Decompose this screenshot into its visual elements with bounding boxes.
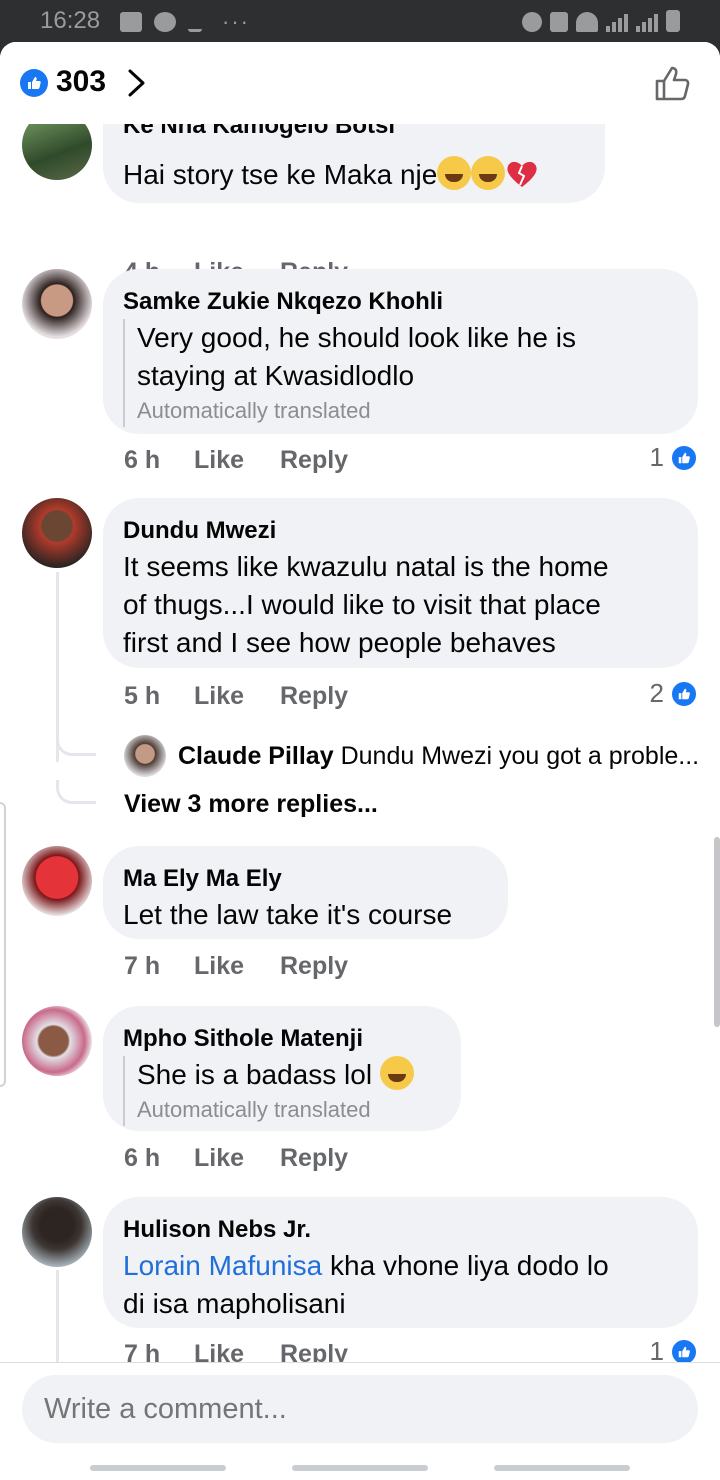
like-button[interactable]: Like <box>194 1144 280 1173</box>
comment-bubble[interactable]: Ke Nna Kamogelo Botsi Hai story tse ke M… <box>103 112 605 203</box>
joy-emoji-icon <box>471 156 506 190</box>
reaction-summary[interactable]: 2 <box>650 678 698 709</box>
comment-time: 5 h <box>124 682 161 710</box>
status-time: 16:28 <box>40 7 101 34</box>
like-button[interactable]: Like <box>194 952 280 981</box>
comment-text: Hai story tse ke Maka nje <box>123 156 539 194</box>
translated-label[interactable]: Automatically translated <box>137 1094 439 1126</box>
thread-connector <box>56 780 96 804</box>
reaction-count[interactable]: 303 <box>56 65 106 99</box>
comment-bubble[interactable]: Hulison Nebs Jr. Lorain Mafunisa kha vho… <box>103 1197 698 1328</box>
reaction-count: 2 <box>649 678 664 708</box>
comment-author[interactable]: Hulison Nebs Jr. <box>123 1215 676 1245</box>
comment-text-content: She is a badass lol <box>137 1059 373 1090</box>
comment-meta: 6 h Like Reply <box>124 446 348 475</box>
avatar[interactable] <box>22 846 92 916</box>
comment-meta: 6 h Like Reply <box>124 1144 348 1173</box>
comment-meta: 5 h Like Reply <box>124 682 348 711</box>
comment-text: Let the law take it's course <box>123 899 453 930</box>
reply-button[interactable]: Reply <box>280 446 348 475</box>
comment-time: 6 h <box>124 1144 161 1172</box>
comment-text: Lorain Mafunisa kha vhone liya dodo lo <box>123 1247 676 1285</box>
signal-icon <box>606 14 628 32</box>
comment-bubble[interactable]: Samke Zukie Nkqezo Khohli Very good, he … <box>103 269 698 434</box>
avatar[interactable] <box>22 269 92 339</box>
comment-bubble[interactable]: Mpho Sithole Matenji She is a badass lol… <box>103 1006 461 1131</box>
battery-icon <box>666 10 680 32</box>
like-reaction-icon[interactable] <box>20 69 48 97</box>
avatar[interactable] <box>22 1197 92 1267</box>
comment-time: 6 h <box>124 446 161 474</box>
comment-composer <box>0 1362 720 1480</box>
joy-emoji-icon <box>437 156 472 190</box>
reply-snippet: Dundu Mwezi you got a proble... <box>340 741 700 770</box>
comment-author[interactable]: Dundu Mwezi <box>123 516 676 546</box>
like-reaction-icon <box>670 443 698 472</box>
comment-author[interactable]: Ma Ely Ma Ely <box>123 864 486 894</box>
comment-author[interactable]: Mpho Sithole Matenji <box>123 1024 439 1054</box>
more-notifications-icon: ··· <box>222 9 250 34</box>
reply-button[interactable]: Reply <box>280 682 348 711</box>
translated-block: Very good, he should look like he is sta… <box>123 319 676 427</box>
comment-author[interactable]: Samke Zukie Nkqezo Khohli <box>123 287 676 317</box>
comment-text-content: kha vhone liya dodo lo <box>322 1250 609 1281</box>
like-button[interactable]: Like <box>194 682 280 711</box>
comment-text: di isa mapholisani <box>123 1288 346 1319</box>
mention-link[interactable]: Lorain Mafunisa <box>123 1250 322 1281</box>
messenger-icon <box>154 12 176 32</box>
avatar[interactable] <box>22 498 92 568</box>
signal-icon-2 <box>636 14 658 32</box>
nav-recents-button[interactable] <box>90 1465 226 1471</box>
nav-home-button[interactable] <box>292 1465 428 1471</box>
thread-line <box>56 1270 59 1370</box>
like-button[interactable]: Like <box>194 446 280 475</box>
reply-preview-text: Claude Pillay Dundu Mwezi you got a prob… <box>178 742 699 771</box>
comment-time: 7 h <box>124 952 161 980</box>
comment-text: of thugs...I would like to visit that pl… <box>123 589 601 620</box>
comment-text: Very good, he should look like he is <box>137 322 576 353</box>
reply-preview[interactable]: Claude Pillay Dundu Mwezi you got a prob… <box>124 734 704 778</box>
comment-bubble[interactable]: Dundu Mwezi It seems like kwazulu natal … <box>103 498 698 668</box>
reaction-summary[interactable]: 1 <box>650 442 698 473</box>
comments-sheet: 303 Ke Nna Kamogelo Botsi Hai story tse … <box>0 42 720 1480</box>
translated-block: She is a badass lol Automatically transl… <box>123 1056 439 1126</box>
comment-text: first and I see how people behaves <box>123 627 556 658</box>
avatar[interactable] <box>22 1006 92 1076</box>
nav-back-button[interactable] <box>494 1465 630 1471</box>
comment-text-content: Hai story tse ke Maka nje <box>123 159 438 190</box>
wifi-icon <box>576 12 598 32</box>
alarm-icon <box>522 12 542 32</box>
joy-emoji-icon <box>379 1056 414 1090</box>
like-reaction-icon <box>670 679 698 708</box>
comment-text: It seems like kwazulu natal is the home <box>123 551 609 582</box>
thread-connector <box>56 732 96 756</box>
broken-heart-icon <box>507 161 537 187</box>
comment-input[interactable] <box>22 1375 698 1443</box>
status-bar: 16:28 ··· <box>0 0 720 42</box>
translated-label[interactable]: Automatically translated <box>137 395 676 427</box>
reply-button[interactable]: Reply <box>280 1144 348 1173</box>
side-edge-handle[interactable] <box>0 802 6 1087</box>
avatar[interactable] <box>124 735 166 777</box>
reply-button[interactable]: Reply <box>280 952 348 981</box>
reaction-count: 1 <box>649 442 664 472</box>
reply-author[interactable]: Claude Pillay <box>178 742 334 770</box>
sheet-header: 303 <box>0 42 720 124</box>
view-more-replies-link[interactable]: View 3 more replies... <box>124 790 378 819</box>
chevron-right-icon[interactable] <box>126 68 148 98</box>
comment-meta: 7 h Like Reply <box>124 952 348 981</box>
comment-bubble[interactable]: Ma Ely Ma Ely Let the law take it's cour… <box>103 846 508 939</box>
comment-text: She is a badass lol <box>137 1056 439 1094</box>
gallery-icon <box>120 12 142 32</box>
thumbs-up-icon[interactable] <box>654 64 692 102</box>
scrollbar[interactable] <box>714 837 720 1027</box>
mute-icon <box>550 12 568 32</box>
download-icon <box>188 12 202 32</box>
comment-text: staying at Kwasidlodlo <box>137 360 415 391</box>
